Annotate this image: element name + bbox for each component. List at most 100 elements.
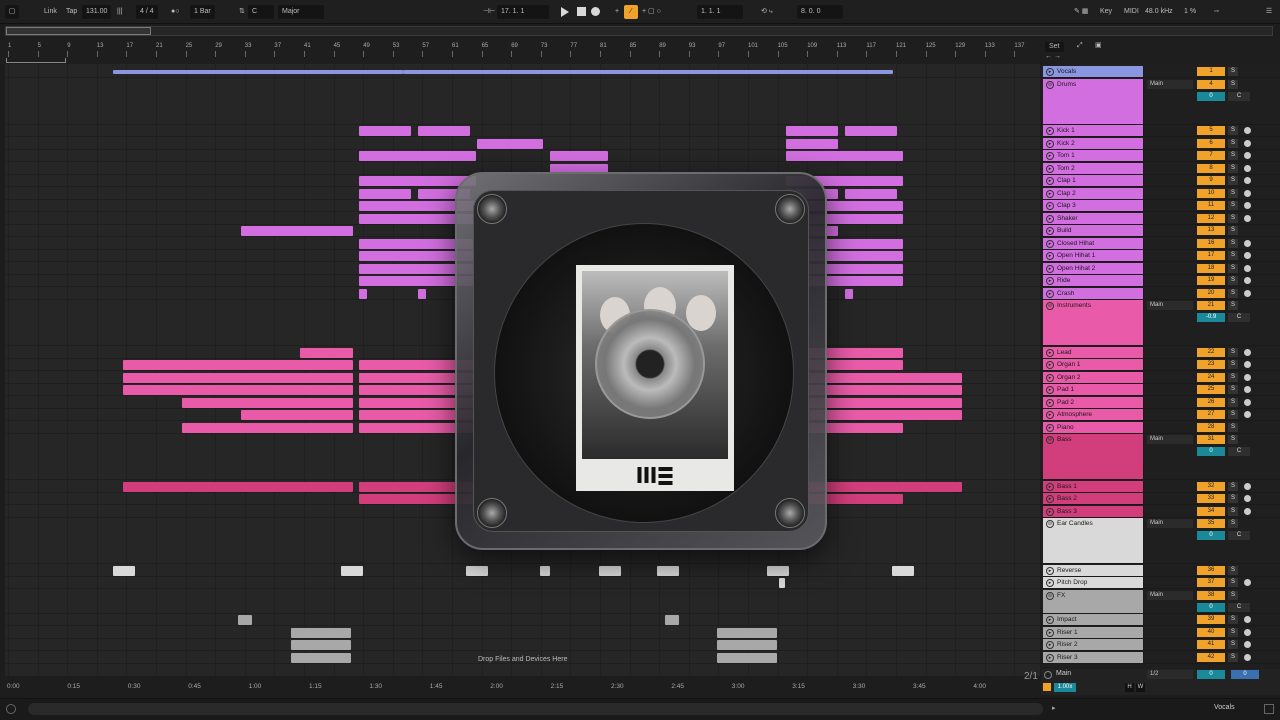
arrangement-clip[interactable] — [717, 640, 777, 650]
set-button[interactable]: Set — [1045, 42, 1064, 52]
arrangement-clip[interactable] — [845, 126, 897, 136]
track-activator[interactable]: 7 — [1197, 151, 1225, 160]
clip-play-icon[interactable]: ▸ — [1046, 653, 1054, 662]
arrangement-clip[interactable] — [477, 138, 543, 149]
solo-button[interactable]: S — [1228, 435, 1238, 444]
track-lane[interactable] — [5, 577, 1040, 589]
solo-button[interactable]: S — [1228, 627, 1238, 637]
metronome-toggle-icon[interactable] — [1043, 683, 1051, 691]
solo-button[interactable]: S — [1228, 238, 1238, 248]
group-fold-icon[interactable]: ⊝ — [1046, 436, 1054, 444]
track-activator[interactable]: 38 — [1197, 590, 1225, 600]
solo-button[interactable]: S — [1228, 590, 1238, 600]
track-header[interactable]: ▸ Ride 19 S — [1041, 275, 1280, 287]
solo-button[interactable]: S — [1228, 347, 1238, 357]
solo-button[interactable]: S — [1228, 67, 1238, 76]
arm-button[interactable] — [1244, 152, 1251, 159]
track-name[interactable]: ▸ Piano — [1043, 421, 1144, 433]
arrangement-clip[interactable] — [786, 138, 838, 149]
arm-button[interactable] — [1244, 616, 1251, 623]
track-name[interactable]: ▸ Riser 2 — [1043, 639, 1144, 650]
track-name[interactable]: ▸ Bass 2 — [1043, 493, 1144, 504]
track-activator[interactable]: 19 — [1197, 276, 1225, 285]
track-header[interactable]: ▸ Closed Hihat 16 S — [1041, 237, 1280, 250]
clip-play-icon[interactable]: ▸ — [1046, 152, 1054, 160]
track-header[interactable]: ▸ Clap 3 11 S — [1041, 200, 1280, 212]
solo-button[interactable]: S — [1228, 519, 1238, 528]
arrangement-clip[interactable] — [845, 288, 853, 299]
clip-play-icon[interactable]: ▸ — [1046, 423, 1054, 432]
loop-start-field[interactable]: 1. 1. 1 — [697, 5, 743, 19]
arrangement-clip[interactable] — [403, 70, 893, 74]
main-play-icon[interactable] — [1044, 671, 1052, 679]
clip-play-icon[interactable]: ▸ — [1046, 616, 1054, 624]
track-header[interactable]: ▸ Clap 2 10 S — [1041, 187, 1280, 200]
status-icon[interactable] — [6, 704, 16, 714]
arm-button[interactable] — [1244, 239, 1251, 247]
track-activator[interactable]: 18 — [1197, 263, 1225, 273]
track-header[interactable]: ▸ Tom 1 7S — [1041, 150, 1280, 162]
volume-field[interactable]: -0.9 — [1197, 313, 1225, 322]
pan-center-field[interactable]: C — [1228, 447, 1250, 456]
clip-play-icon[interactable]: ▸ — [1046, 227, 1054, 235]
volume-field[interactable]: 0 — [1197, 602, 1225, 612]
arm-button[interactable] — [1244, 507, 1251, 515]
track-header[interactable]: ▸ Bass 1 32 S — [1041, 480, 1280, 493]
arm-button[interactable] — [1244, 139, 1251, 147]
clip-play-icon[interactable]: ▸ — [1046, 202, 1054, 210]
loop-length-field[interactable]: 8. 0. 0 — [797, 5, 843, 19]
main-route-select[interactable]: 1/2 — [1147, 670, 1193, 679]
group-fold-icon[interactable]: ⊝ — [1046, 302, 1054, 310]
solo-button[interactable]: S — [1228, 126, 1238, 135]
track-lane[interactable] — [5, 565, 1040, 577]
solo-button[interactable]: S — [1228, 276, 1238, 285]
clip-play-icon[interactable]: ▸ — [1046, 411, 1054, 419]
pan-center-field[interactable]: C — [1228, 602, 1250, 612]
midi-map-button[interactable]: MIDI — [1120, 5, 1143, 19]
track-name[interactable]: ▸ Shaker — [1043, 212, 1144, 224]
solo-button[interactable]: S — [1228, 385, 1238, 394]
track-name[interactable]: ▸ Impact — [1043, 614, 1144, 625]
track-name[interactable]: ▸ Bass 1 — [1043, 480, 1144, 492]
track-activator[interactable]: 41 — [1197, 640, 1225, 649]
output-route-select[interactable]: Main — [1147, 519, 1193, 528]
clip-play-icon[interactable]: ▸ — [1046, 386, 1054, 394]
track-name[interactable]: ▸ Lead — [1043, 346, 1144, 358]
arrangement-clip[interactable] — [845, 188, 897, 199]
clip-play-icon[interactable]: ▸ — [1046, 289, 1054, 298]
track-name[interactable]: ▸ Kick 2 — [1043, 137, 1144, 149]
arrangement-clip[interactable] — [418, 288, 426, 299]
arrangement-clip[interactable] — [717, 627, 777, 638]
main-pan[interactable]: 0 — [1231, 670, 1259, 679]
track-name[interactable]: ▸ Clap 3 — [1043, 200, 1144, 211]
clip-play-icon[interactable]: ▸ — [1046, 373, 1054, 382]
track-header[interactable]: ▸ Organ 2 24 S — [1041, 371, 1280, 384]
arm-button[interactable] — [1244, 214, 1251, 222]
track-activator[interactable]: 31 — [1197, 435, 1225, 444]
track-activator[interactable]: 35 — [1197, 519, 1225, 528]
track-name[interactable]: ▸ Vocals — [1043, 66, 1144, 77]
overview-selection[interactable] — [6, 27, 151, 35]
arrangement-clip[interactable] — [657, 565, 679, 576]
clip-play-icon[interactable]: ▸ — [1046, 68, 1054, 76]
arrangement-clip[interactable] — [241, 410, 353, 420]
track-activator[interactable]: 1 — [1197, 67, 1225, 76]
track-header[interactable]: ▸ Build 13 S — [1041, 225, 1280, 237]
group-fold-icon[interactable]: ⊝ — [1046, 520, 1054, 528]
track-header[interactable]: ▸ Clap 1 9S — [1041, 175, 1280, 187]
arrangement-clip[interactable] — [786, 151, 903, 161]
track-name[interactable]: ⊝ FX — [1043, 589, 1144, 613]
track-name[interactable]: ▸ Riser 3 — [1043, 651, 1144, 663]
track-header[interactable]: ▸ Impact 39 S — [1041, 614, 1280, 626]
track-header[interactable]: ▸ Bass 2 33 S — [1041, 493, 1280, 505]
arrangement-overview[interactable] — [5, 26, 1273, 36]
arm-button[interactable] — [1244, 164, 1251, 172]
clip-play-icon[interactable]: ▸ — [1046, 495, 1054, 503]
panel-toggle-icon[interactable] — [1264, 704, 1274, 714]
clip-play-icon[interactable]: ▸ — [1046, 127, 1054, 135]
output-route-select[interactable]: Main — [1147, 435, 1193, 444]
track-activator[interactable]: 10 — [1197, 188, 1225, 198]
arm-button[interactable] — [1244, 177, 1251, 184]
solo-button[interactable]: S — [1228, 422, 1238, 432]
arrangement-clip[interactable] — [779, 578, 785, 588]
